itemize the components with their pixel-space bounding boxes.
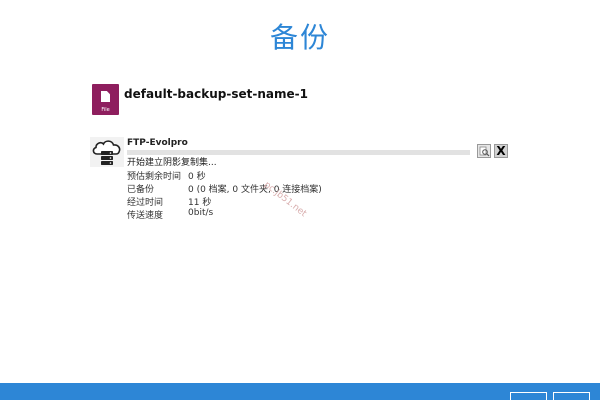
info-label: 经过时间 xyxy=(127,198,164,208)
view-log-button[interactable] xyxy=(477,144,491,158)
bottom-button-left[interactable] xyxy=(510,392,547,400)
page-title: 备份 xyxy=(269,21,330,54)
stop-backup-button[interactable]: X xyxy=(494,144,508,158)
backup-status-text: 开始建立阴影复制集... xyxy=(127,158,217,168)
destination-icon xyxy=(90,137,124,167)
cloud-server-icon xyxy=(92,140,121,165)
info-label: 预估剩余时间 xyxy=(127,172,182,182)
magnify-log-icon xyxy=(479,146,489,156)
info-value: 11 秒 xyxy=(188,198,212,208)
file-icon-label: File xyxy=(101,107,110,113)
file-icon xyxy=(101,91,110,102)
info-label: 传送速度 xyxy=(127,211,164,221)
info-value: 0bit/s xyxy=(188,208,214,218)
bottom-button-right[interactable] xyxy=(553,392,590,400)
backup-set-name: default-backup-set-name-1 xyxy=(124,87,308,101)
info-value: 0 (0 档案, 0 文件夹, 0 连接档案) xyxy=(188,185,322,195)
info-value: 0 秒 xyxy=(188,172,206,182)
backup-set-icon: File xyxy=(92,84,119,115)
info-label: 已备份 xyxy=(127,185,155,195)
destination-name: FTP-Evolpro xyxy=(127,138,188,148)
